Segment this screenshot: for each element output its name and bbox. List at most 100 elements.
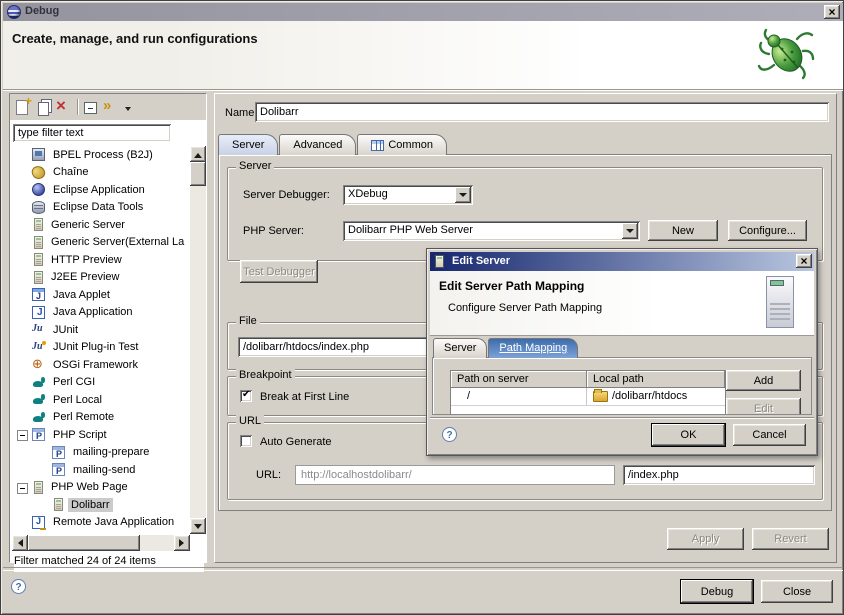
tab-advanced[interactable]: Advanced (279, 134, 356, 155)
revert-button[interactable]: Revert (752, 528, 829, 550)
server-debugger-label: Server Debugger: (243, 189, 330, 201)
collapse-expander-icon[interactable] (17, 483, 28, 494)
help-icon[interactable] (11, 579, 26, 594)
server-path-cell: / (451, 388, 587, 405)
apply-button[interactable]: Apply (667, 528, 744, 550)
debug-button[interactable]: Debug (681, 580, 753, 603)
tree-item-dolibarr[interactable]: Dolibarr (12, 496, 190, 514)
dialog-tab-server-label: Server (444, 342, 476, 354)
chevron-down-icon[interactable] (622, 223, 638, 239)
cancel-button[interactable]: Cancel (733, 424, 806, 446)
tree-item-generic-server[interactable]: Generic Server (12, 216, 190, 234)
chevron-down-icon[interactable] (455, 187, 471, 203)
collapse-all-icon[interactable] (84, 102, 97, 114)
scroll-up-icon[interactable] (190, 146, 206, 162)
eclipse-logo-icon (7, 5, 21, 19)
tab-server-label: Server (232, 136, 264, 155)
server-icon (34, 253, 43, 266)
banner-title: Create, manage, and run configurations (12, 31, 258, 46)
url-path-input[interactable] (623, 465, 815, 485)
scroll-down-icon[interactable] (190, 518, 206, 534)
filter-launch-configurations-icon[interactable] (103, 99, 119, 115)
tree-item-osgi-framework[interactable]: OSGi Framework (12, 356, 190, 374)
tree-item-mailing-prepare[interactable]: mailing-prepare (12, 444, 190, 462)
dialog-button-bar: OK Cancel (430, 417, 814, 455)
tree-horizontal-scrollbar[interactable] (12, 535, 190, 551)
table-row[interactable]: / /dolibarr/htdocs (451, 388, 725, 406)
tree-item-php-web-page[interactable]: PHP Web Page (12, 479, 190, 497)
tree-item-cha-ne[interactable]: Chaîne (12, 164, 190, 182)
sidebar-toolbar (10, 94, 206, 120)
tree-item-generic-server-external-la[interactable]: Generic Server(External La (12, 234, 190, 252)
tree-item-label: Generic Server (48, 218, 128, 232)
junit-icon (32, 323, 45, 336)
applet-icon (32, 288, 45, 301)
tree-item-remote-java-application[interactable]: Remote Java Application (12, 514, 190, 532)
tree-item-perl-local[interactable]: Perl Local (12, 391, 190, 409)
tree-item-perl-cgi[interactable]: Perl CGI (12, 374, 190, 392)
window-title: Debug (25, 5, 59, 17)
ok-button[interactable]: OK (652, 424, 725, 446)
column-local-path[interactable]: Local path (587, 371, 725, 388)
close-button[interactable]: Close (761, 580, 833, 603)
eclipse-app-icon (32, 183, 45, 196)
duplicate-icon[interactable] (38, 102, 49, 116)
name-input[interactable] (255, 102, 829, 122)
php-server-select[interactable]: Dolibarr PHP Web Server (343, 221, 640, 241)
auto-generate-checkbox[interactable] (240, 435, 252, 447)
delete-icon[interactable] (55, 99, 71, 115)
tree-vertical-scrollbar[interactable] (190, 146, 206, 534)
filter-menu-dropdown-icon[interactable] (125, 107, 131, 114)
tree-item-java-applet[interactable]: Java Applet (12, 286, 190, 304)
table-row-empty (451, 406, 725, 415)
tree-item-label: BPEL Process (B2J) (50, 148, 156, 162)
tree-item-label: Perl Remote (50, 410, 117, 424)
tree-item-j2ee-preview[interactable]: J2EE Preview (12, 269, 190, 287)
dialog-tabs: Server Path Mapping (433, 338, 579, 358)
tree-item-label: mailing-send (70, 463, 138, 477)
tree-item-bpel-process-b2j[interactable]: BPEL Process (B2J) (12, 146, 190, 164)
tab-common[interactable]: Common (357, 134, 447, 155)
tree-item-java-application[interactable]: Java Application (12, 304, 190, 322)
tree-item-php-script[interactable]: PHP Script (12, 426, 190, 444)
tree-item-eclipse-application[interactable]: Eclipse Application (12, 181, 190, 199)
server-icon (34, 236, 43, 249)
tree-item-http-preview[interactable]: HTTP Preview (12, 251, 190, 269)
scroll-right-icon[interactable] (174, 535, 190, 551)
filter-input[interactable] (13, 124, 171, 142)
tree-item-junit[interactable]: JUnit (12, 321, 190, 339)
edit-mapping-button[interactable]: Edit (726, 398, 801, 415)
dialog-close-icon[interactable] (796, 254, 812, 268)
url-label: URL: (256, 469, 281, 481)
tree-item-eclipse-data-tools[interactable]: Eclipse Data Tools (12, 199, 190, 217)
data-tools-icon (32, 201, 45, 214)
table-header-row: Path on server Local path (451, 371, 725, 388)
collapse-expander-icon[interactable] (17, 430, 28, 441)
remote-java-icon (32, 516, 45, 529)
dialog-help-icon[interactable] (442, 427, 457, 442)
horizontal-scroll-thumb[interactable] (28, 535, 140, 551)
tree-item-perl-remote[interactable]: Perl Remote (12, 409, 190, 427)
new-server-button[interactable]: New (648, 220, 718, 241)
tree-item-mailing-send[interactable]: mailing-send (12, 461, 190, 479)
dialog-tab-server[interactable]: Server (433, 338, 487, 358)
configure-server-button[interactable]: Configure... (728, 220, 807, 241)
add-mapping-button[interactable]: Add (726, 370, 801, 391)
test-debugger-button[interactable]: Test Debugger (240, 260, 318, 283)
dialog-tab-path-mapping[interactable]: Path Mapping (488, 338, 578, 358)
server-debugger-select[interactable]: XDebug (343, 185, 473, 205)
tab-server[interactable]: Server (218, 134, 278, 155)
column-path-on-server[interactable]: Path on server (451, 371, 587, 388)
server-debugger-value: XDebug (348, 188, 451, 200)
tree-item-label: Remote Java Application (50, 515, 177, 529)
edit-server-dialog: Edit Server Edit Server Path Mapping Con… (426, 248, 818, 456)
tree-item-junit-plug-in-test[interactable]: JUnit Plug-in Test (12, 339, 190, 357)
break-first-line-checkbox[interactable] (240, 390, 252, 402)
php-icon (52, 463, 65, 476)
window-close-icon[interactable] (824, 5, 840, 19)
new-launch-configuration-icon[interactable] (16, 100, 28, 115)
tree-item-label: Eclipse Data Tools (50, 200, 146, 214)
path-mapping-table: Path on server Local path / /dolibarr/ht… (450, 370, 726, 415)
vertical-scroll-thumb[interactable] (190, 162, 206, 186)
scroll-left-icon[interactable] (12, 535, 28, 551)
